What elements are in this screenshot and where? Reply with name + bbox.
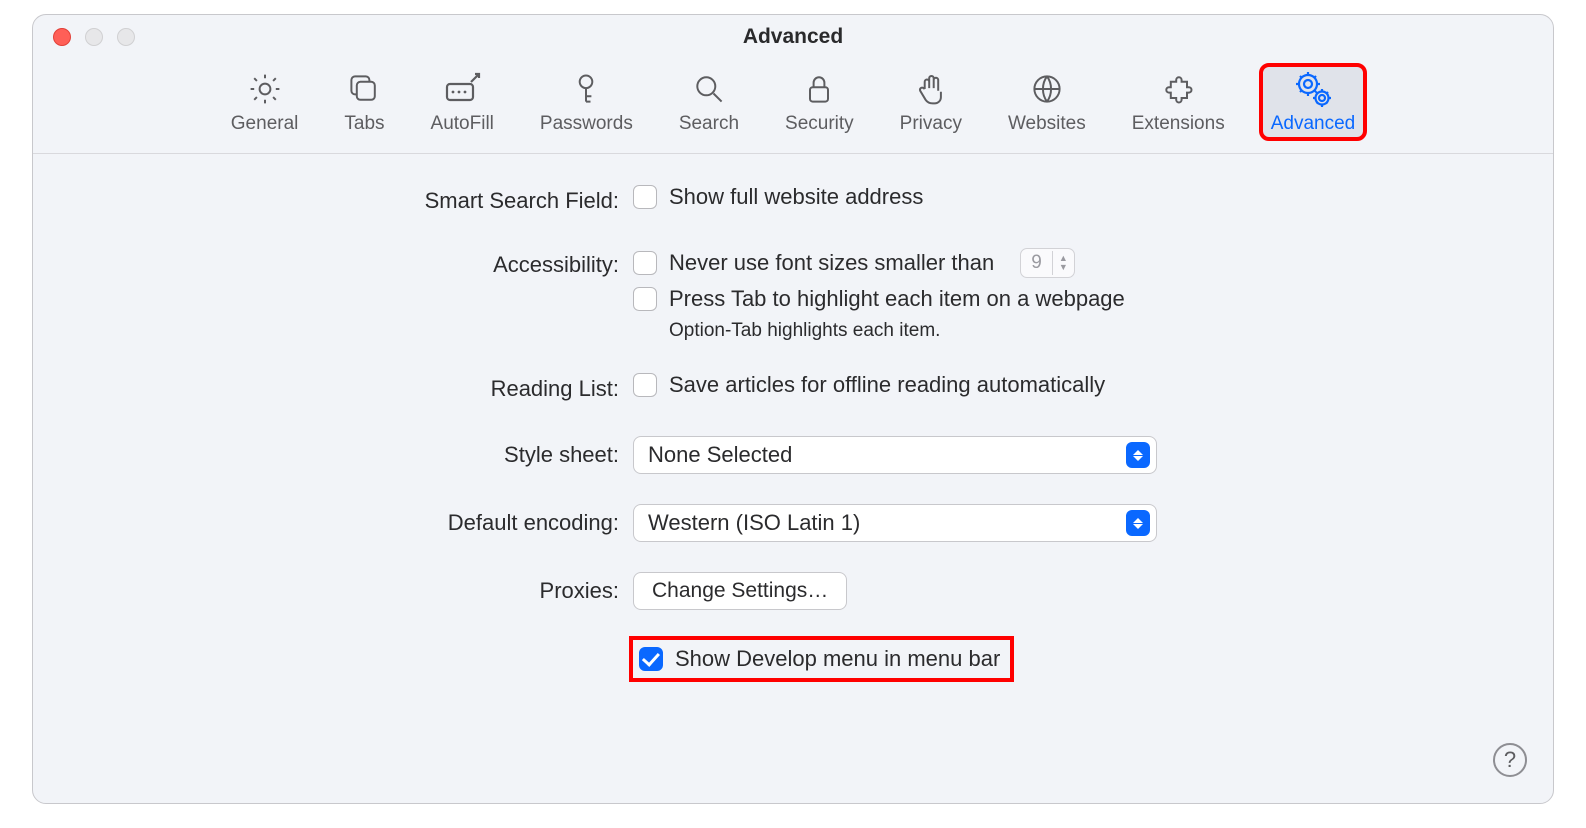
default-encoding-select[interactable]: Western (ISO Latin 1) <box>633 504 1157 542</box>
tab-label: AutoFill <box>431 113 494 135</box>
autofill-icon <box>442 69 482 109</box>
change-settings-button[interactable]: Change Settings… <box>633 572 847 610</box>
develop-menu-row: Show Develop menu in menu bar <box>633 640 1010 678</box>
chevron-up-down-icon <box>1126 510 1150 536</box>
tab-label: Tabs <box>344 113 384 135</box>
titlebar: Advanced <box>33 15 1553 59</box>
chevron-up-down-icon: ▲▼ <box>1052 251 1074 275</box>
tab-extensions[interactable]: Extensions <box>1122 65 1235 139</box>
lock-icon <box>799 69 839 109</box>
default-encoding-value: Western (ISO Latin 1) <box>648 510 860 536</box>
tab-websites[interactable]: Websites <box>998 65 1096 139</box>
tab-label: Websites <box>1008 113 1086 135</box>
gears-icon <box>1293 69 1333 109</box>
show-full-address-text: Show full website address <box>669 184 923 210</box>
press-tab-text: Press Tab to highlight each item on a we… <box>669 286 1125 312</box>
font-size-stepper[interactable]: 9 ▲▼ <box>1020 248 1075 278</box>
tab-label: Search <box>679 113 739 135</box>
help-button[interactable]: ? <box>1493 743 1527 777</box>
gear-icon <box>245 69 285 109</box>
develop-menu-text: Show Develop menu in menu bar <box>675 646 1000 672</box>
hand-icon <box>911 69 951 109</box>
style-sheet-label: Style sheet: <box>93 442 633 468</box>
style-sheet-select[interactable]: None Selected <box>633 436 1157 474</box>
tab-label: General <box>231 113 299 135</box>
tab-label: Extensions <box>1132 113 1225 135</box>
save-offline-text: Save articles for offline reading automa… <box>669 372 1105 398</box>
font-size-value: 9 <box>1021 250 1052 276</box>
chevron-up-down-icon <box>1126 442 1150 468</box>
tab-label: Advanced <box>1271 113 1356 135</box>
save-offline-checkbox[interactable] <box>633 373 657 397</box>
default-encoding-label: Default encoding: <box>93 510 633 536</box>
tab-label: Security <box>785 113 854 135</box>
smart-search-label: Smart Search Field: <box>93 184 633 214</box>
tab-tabs[interactable]: Tabs <box>334 65 394 139</box>
tab-passwords[interactable]: Passwords <box>530 65 643 139</box>
question-mark-icon: ? <box>1504 747 1516 773</box>
tab-label: Privacy <box>900 113 962 135</box>
tab-security[interactable]: Security <box>775 65 864 139</box>
key-icon <box>566 69 606 109</box>
window-title: Advanced <box>33 25 1553 49</box>
tab-advanced[interactable]: Advanced <box>1261 65 1366 139</box>
search-icon <box>689 69 729 109</box>
tabs-icon <box>344 69 384 109</box>
reading-list-label: Reading List: <box>93 372 633 402</box>
preferences-window: Advanced General Tabs AutoFill Passwor <box>32 14 1554 804</box>
globe-icon <box>1027 69 1067 109</box>
min-font-size-text: Never use font sizes smaller than <box>669 250 994 276</box>
advanced-pane: Smart Search Field: Show full website ad… <box>33 154 1553 738</box>
min-font-size-checkbox[interactable] <box>633 251 657 275</box>
press-tab-checkbox[interactable] <box>633 287 657 311</box>
tab-privacy[interactable]: Privacy <box>890 65 972 139</box>
show-full-address-checkbox[interactable] <box>633 185 657 209</box>
tab-general[interactable]: General <box>221 65 309 139</box>
change-settings-label: Change Settings… <box>652 579 828 603</box>
style-sheet-value: None Selected <box>648 442 792 468</box>
option-tab-hint: Option-Tab highlights each item. <box>633 320 1493 342</box>
accessibility-label: Accessibility: <box>93 248 633 278</box>
tab-label: Passwords <box>540 113 633 135</box>
tab-search[interactable]: Search <box>669 65 749 139</box>
puzzle-icon <box>1158 69 1198 109</box>
tab-autofill[interactable]: AutoFill <box>421 65 504 139</box>
preferences-toolbar: General Tabs AutoFill Passwords Search <box>33 59 1553 154</box>
develop-menu-checkbox[interactable] <box>639 647 663 671</box>
proxies-label: Proxies: <box>93 578 633 604</box>
